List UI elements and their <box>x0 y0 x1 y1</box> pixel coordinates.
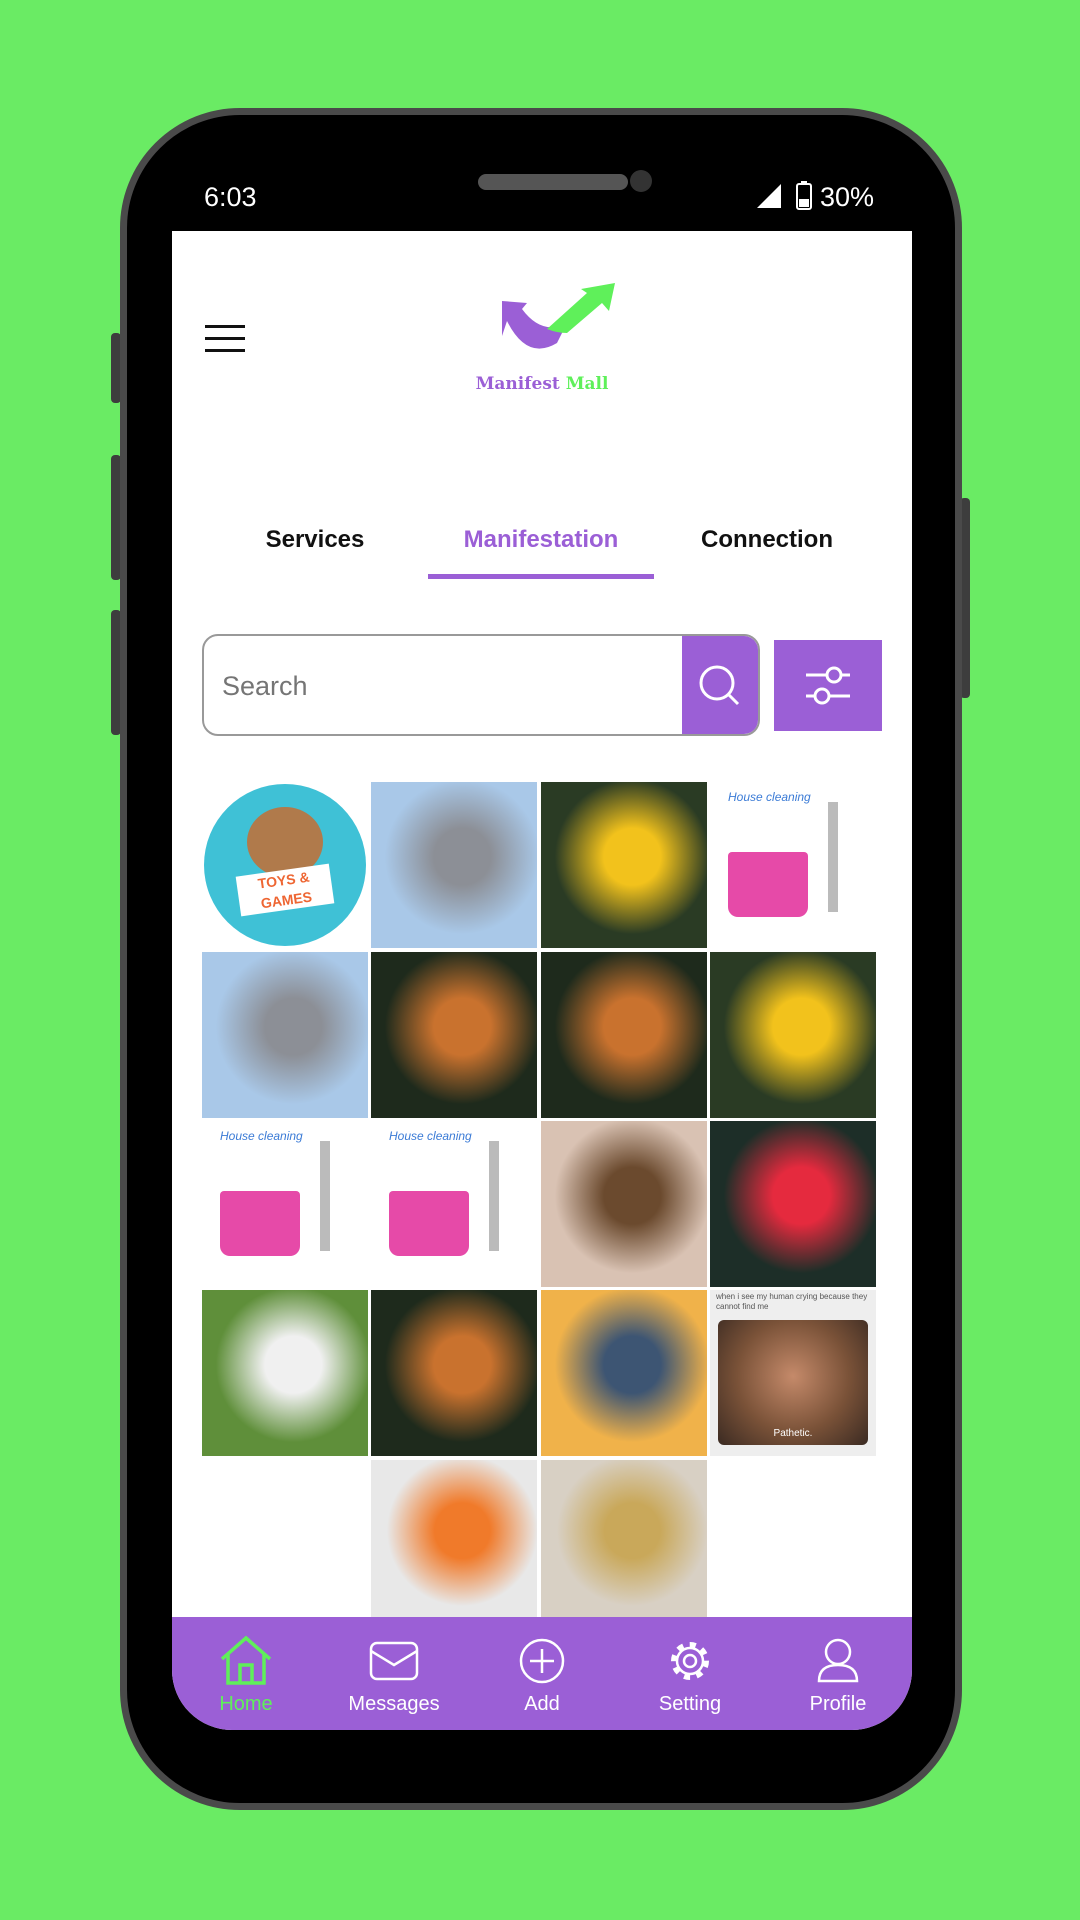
plus-circle-icon <box>519 1638 565 1684</box>
nav-add-label: Add <box>524 1693 560 1715</box>
search-button[interactable] <box>682 636 758 734</box>
camera <box>630 170 652 192</box>
nav-profile-label: Profile <box>809 1693 867 1715</box>
nav-add[interactable]: Add <box>468 1617 616 1730</box>
brand-part2: Mall <box>565 374 609 394</box>
grid-image[interactable] <box>371 1290 537 1456</box>
grid-image[interactable] <box>541 1290 707 1456</box>
grid-image[interactable]: House cleaning <box>710 782 876 948</box>
search-icon <box>699 665 740 706</box>
signal-icon <box>757 184 781 208</box>
grid-image[interactable] <box>710 952 876 1118</box>
grid-image[interactable] <box>371 782 537 948</box>
bottom-nav: Home Messages Add Setting Profile <box>172 1617 912 1730</box>
brand-name: Manifest Mall <box>172 374 912 394</box>
home-icon <box>220 1635 272 1685</box>
tab-services[interactable]: Services <box>202 526 428 554</box>
grid-image[interactable] <box>541 782 707 948</box>
clock: 6:03 <box>204 182 257 212</box>
filter-button[interactable] <box>774 640 882 731</box>
tab-manifestation[interactable]: Manifestation <box>428 526 654 554</box>
nav-setting[interactable]: Setting <box>616 1617 764 1730</box>
gear-icon <box>671 1642 709 1680</box>
grid-image[interactable] <box>371 1460 537 1617</box>
grid-image[interactable] <box>202 952 368 1118</box>
search-box <box>202 634 760 736</box>
battery-icon <box>796 181 812 210</box>
grid-image[interactable]: TOYS & GAMES <box>202 782 368 948</box>
grid-image[interactable] <box>710 1121 876 1287</box>
nav-home[interactable]: Home <box>172 1617 320 1730</box>
filter-sliders-icon <box>806 666 850 705</box>
search-input[interactable] <box>204 636 684 734</box>
nav-messages-label: Messages <box>348 1693 440 1715</box>
grid-image[interactable]: House cleaning <box>371 1121 537 1287</box>
nav-messages[interactable]: Messages <box>320 1617 468 1730</box>
logo-arrows-icon <box>502 283 615 349</box>
grid-image[interactable] <box>202 1290 368 1456</box>
nav-home-label: Home <box>219 1693 273 1715</box>
brand-part1: Manifest <box>475 374 560 394</box>
nav-profile[interactable]: Profile <box>764 1617 912 1730</box>
grid-image[interactable] <box>541 1121 707 1287</box>
hamburger-menu-icon[interactable] <box>205 323 247 355</box>
grid-image[interactable]: when i see my human crying because they … <box>710 1290 876 1456</box>
grid-image[interactable] <box>541 1460 707 1617</box>
status-bar: 6:03 ✣ 30% <box>172 160 912 231</box>
nav-setting-label: Setting <box>658 1693 722 1715</box>
grid-image[interactable] <box>371 952 537 1118</box>
battery-level: 30% <box>820 182 875 212</box>
tab-connection[interactable]: Connection <box>654 526 880 554</box>
grid-image[interactable]: House cleaning <box>202 1121 368 1287</box>
screen: 6:03 ✣ 30% Manifest Mall Services Manife… <box>172 160 912 1730</box>
mail-icon <box>369 1641 419 1681</box>
user-icon <box>817 1638 859 1683</box>
speaker <box>478 174 628 190</box>
active-tab-indicator <box>428 574 654 579</box>
grid-image[interactable] <box>541 952 707 1118</box>
app-content: Manifest Mall Services Manifestation Con… <box>172 231 912 1730</box>
